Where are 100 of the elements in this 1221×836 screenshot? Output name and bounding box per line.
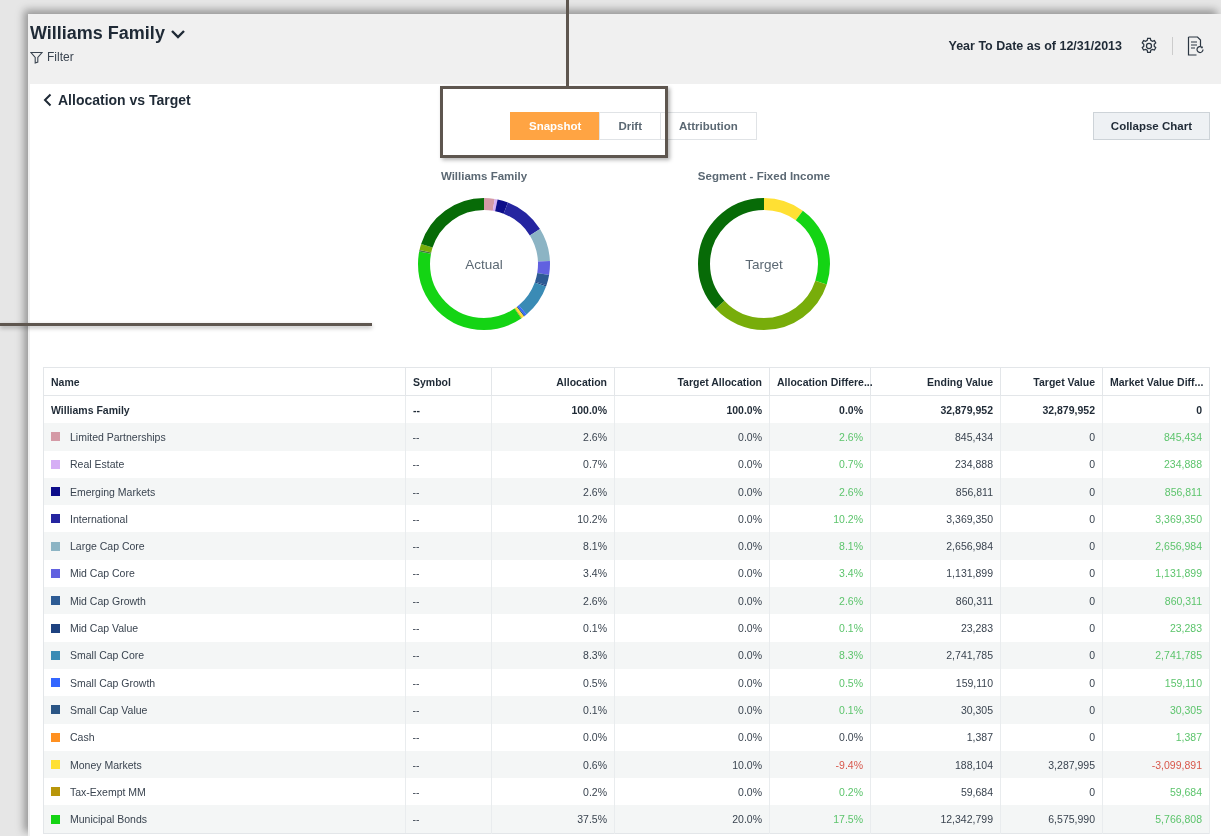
table-cell: -- bbox=[405, 423, 492, 451]
table-cell: 860,311 bbox=[1102, 587, 1210, 615]
back-link[interactable]: Allocation vs Target bbox=[43, 92, 191, 108]
table-cell: 0.0% bbox=[769, 723, 871, 751]
table-cell: 37.5% bbox=[491, 805, 615, 834]
table-cell: -- bbox=[405, 532, 492, 560]
table-cell: 30,305 bbox=[870, 696, 1001, 724]
table-cell: 20.0% bbox=[614, 805, 770, 834]
table-cell: 0 bbox=[1000, 723, 1103, 751]
table-cell: 23,283 bbox=[1102, 614, 1210, 642]
asset-class-name: Real Estate bbox=[70, 458, 125, 471]
table-cell: 0.1% bbox=[491, 614, 615, 642]
asset-class-name: Limited Partnerships bbox=[70, 430, 166, 443]
table-cell: 2.6% bbox=[769, 423, 871, 451]
donut-label: Target bbox=[745, 256, 783, 272]
table-cell: 23,283 bbox=[870, 614, 1001, 642]
table-cell: 17.5% bbox=[769, 805, 871, 834]
column-header[interactable]: Symbol bbox=[405, 367, 492, 396]
table-cell: -- bbox=[405, 641, 492, 669]
table-cell: 2,656,984 bbox=[1102, 532, 1210, 560]
table-cell: 0.0% bbox=[614, 614, 770, 642]
table-cell: 2.6% bbox=[491, 587, 615, 615]
table-cell: 856,811 bbox=[870, 477, 1001, 506]
asset-class-name: Small Cap Core bbox=[70, 649, 145, 662]
view-tab[interactable]: Attribution bbox=[660, 112, 757, 140]
portfolio-title[interactable]: Williams Family bbox=[30, 23, 165, 44]
filter-icon bbox=[30, 50, 43, 64]
column-header[interactable]: Allocation bbox=[491, 367, 615, 396]
asset-class-name: International bbox=[70, 512, 128, 525]
asset-class-name: Large Cap Core bbox=[70, 540, 145, 553]
table-cell: 0.1% bbox=[769, 614, 871, 642]
asset-class-name: Mid Cap Value bbox=[70, 622, 139, 634]
table-cell: 0.0% bbox=[614, 477, 770, 506]
table-cell: 0 bbox=[1000, 450, 1103, 478]
table-cell: 2,741,785 bbox=[870, 641, 1001, 669]
table-cell: 0.0% bbox=[614, 423, 770, 451]
table-cell: 0.0% bbox=[491, 723, 615, 751]
period-label: Year To Date as of 12/31/2013 bbox=[948, 39, 1122, 53]
table-cell: 8.3% bbox=[769, 641, 871, 669]
column-header[interactable]: Target Value bbox=[1000, 367, 1103, 396]
table-cell: 188,104 bbox=[870, 750, 1001, 779]
table-cell: -- bbox=[405, 696, 492, 724]
asset-class-name: Money Markets bbox=[70, 758, 142, 771]
table-cell: 0 bbox=[1000, 477, 1103, 506]
table-cell: 0.7% bbox=[491, 450, 615, 478]
asset-class-name: Mid Cap Core bbox=[70, 567, 135, 580]
asset-class-name: Small Cap Value bbox=[70, 703, 148, 716]
table-cell: 10.0% bbox=[614, 750, 770, 779]
table-cell: 8.1% bbox=[769, 532, 871, 560]
table-cell: 2.6% bbox=[769, 587, 871, 615]
table-cell: 8.1% bbox=[491, 532, 615, 560]
table-cell: 0.0% bbox=[614, 696, 770, 724]
table-cell: 0.1% bbox=[491, 696, 615, 724]
table-cell: 0.6% bbox=[491, 750, 615, 779]
table-cell: 856,811 bbox=[1102, 477, 1210, 506]
table-cell: 1,387 bbox=[870, 723, 1001, 751]
table-cell: 0.0% bbox=[614, 587, 770, 615]
table-cell: 0 bbox=[1000, 696, 1103, 724]
table-cell: -- bbox=[405, 450, 492, 478]
column-header[interactable]: Market Value Diff... bbox=[1102, 367, 1210, 396]
table-cell: 0.0% bbox=[614, 723, 770, 751]
table-cell: 6,575,990 bbox=[1000, 805, 1103, 834]
asset-class-name: Mid Cap Growth bbox=[70, 594, 146, 607]
settings-icon[interactable] bbox=[1140, 37, 1158, 55]
table-cell: 0 bbox=[1000, 532, 1103, 560]
table-cell: 5,766,808 bbox=[1102, 805, 1210, 834]
table-cell: 0 bbox=[1000, 587, 1103, 615]
view-tab[interactable]: Drift bbox=[599, 112, 662, 140]
asset-class-name: Municipal Bonds bbox=[70, 813, 148, 826]
table-cell: -- bbox=[405, 614, 492, 642]
chevron-down-icon[interactable] bbox=[169, 28, 186, 39]
table-cell: 2.6% bbox=[491, 477, 615, 506]
table-cell: 3,287,995 bbox=[1000, 750, 1103, 779]
table-cell: 0.1% bbox=[769, 696, 871, 724]
table-cell: 860,311 bbox=[870, 587, 1001, 615]
filter-link[interactable]: Filter bbox=[30, 50, 74, 64]
table-cell: 8.3% bbox=[491, 641, 615, 669]
column-header[interactable]: Target Allocation bbox=[614, 367, 770, 396]
table-cell: 12,342,799 bbox=[870, 805, 1001, 834]
asset-class-name: Tax-Exempt MM bbox=[70, 785, 146, 798]
chart-title: Williams Family bbox=[440, 170, 528, 182]
column-header[interactable]: Name bbox=[43, 367, 406, 396]
back-icon bbox=[43, 93, 52, 107]
table-cell: -9.4% bbox=[769, 750, 871, 779]
table-cell: -- bbox=[405, 723, 492, 751]
table-cell: 1,387 bbox=[1102, 723, 1210, 751]
asset-class-name: Cash bbox=[70, 731, 95, 744]
collapse-chart-button[interactable]: Collapse Chart bbox=[1092, 112, 1210, 140]
chart-title: Segment - Fixed Income bbox=[697, 170, 831, 182]
asset-class-name: Emerging Markets bbox=[70, 485, 156, 498]
asset-class-name: Small Cap Growth bbox=[70, 676, 156, 689]
column-header[interactable]: Allocation Differe... bbox=[769, 367, 871, 396]
table-cell: -- bbox=[405, 750, 492, 779]
table-cell: 2,656,984 bbox=[870, 532, 1001, 560]
donut-label: Actual bbox=[465, 256, 503, 272]
table-cell: -- bbox=[405, 587, 492, 615]
report-icon[interactable] bbox=[1187, 36, 1205, 56]
table-cell: 0.7% bbox=[769, 450, 871, 478]
table-cell: 845,434 bbox=[870, 423, 1001, 451]
table-cell: 2,741,785 bbox=[1102, 641, 1210, 669]
